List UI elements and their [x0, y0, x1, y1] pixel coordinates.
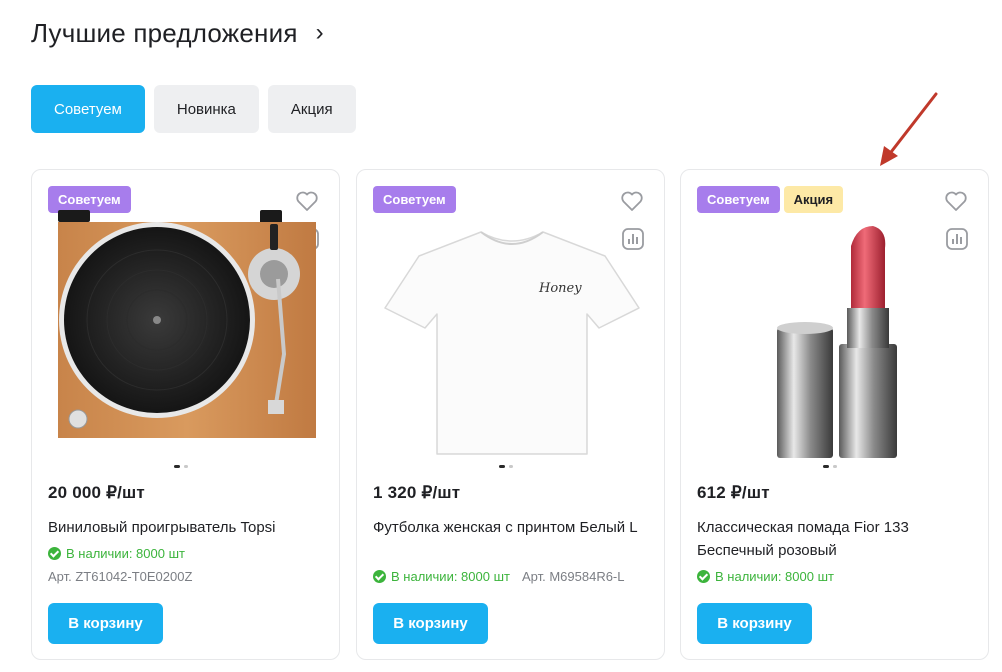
filter-new[interactable]: Новинка	[153, 85, 259, 133]
tshirt-print-text: Honey	[538, 281, 582, 296]
check-circle-icon	[48, 547, 61, 560]
article-number: Арт. M69584R6-L	[521, 569, 625, 584]
product-title[interactable]: Классическая помада Fior 133 Беспечный р…	[697, 516, 967, 562]
product-image-turntable[interactable]	[48, 204, 326, 462]
stock-text: В наличии: 8000 шт	[391, 569, 510, 584]
filter-sale[interactable]: Акция	[267, 85, 356, 133]
image-carousel-dots[interactable]	[823, 465, 849, 468]
article-row: Арт. ZT61042-T0E0200Z	[48, 569, 192, 584]
filter-recommend[interactable]: Советуем	[31, 85, 145, 133]
filter-tabs: Советуем Новинка Акция	[31, 85, 356, 133]
product-title[interactable]: Виниловый проигрыватель Topsi	[48, 516, 318, 539]
stock-text: В наличии: 8000 шт	[715, 569, 834, 584]
image-carousel-dots[interactable]	[499, 465, 525, 468]
section-title: Лучшие предложения	[31, 17, 298, 48]
product-price: 20 000 ₽/шт	[48, 483, 145, 502]
stock-status: В наличии: 8000 шт Арт. M69584R6-L	[373, 569, 625, 584]
stock-status: В наличии: 8000 шт	[48, 546, 185, 561]
check-circle-icon	[697, 570, 710, 583]
stock-text: В наличии: 8000 шт	[66, 546, 185, 561]
check-circle-icon	[373, 570, 386, 583]
product-card[interactable]: Советуем Honey 1 320 ₽/шт Футболка женск…	[356, 169, 665, 660]
product-card[interactable]: Советуем 20 000 ₽/шт Виниловый проигрыва…	[31, 169, 340, 660]
add-to-cart-button[interactable]: В корзину	[373, 603, 488, 644]
annotation-arrow	[880, 92, 938, 166]
product-price: 612 ₽/шт	[697, 483, 770, 502]
add-to-cart-button[interactable]: В корзину	[697, 603, 812, 644]
section-header: Лучшие предложения ›	[31, 16, 324, 50]
add-to-cart-button[interactable]: В корзину	[48, 603, 163, 644]
image-carousel-dots[interactable]	[174, 465, 200, 468]
chevron-right-icon[interactable]: ›	[316, 21, 324, 45]
product-title[interactable]: Футболка женская с принтом Белый L	[373, 516, 643, 539]
article-number: Арт. ZT61042-T0E0200Z	[48, 569, 193, 584]
product-card[interactable]: Советуем Акция 612 ₽/шт Классическая пом…	[680, 169, 989, 660]
product-price: 1 320 ₽/шт	[373, 483, 461, 502]
product-image-tshirt[interactable]: Honey	[373, 204, 651, 462]
stock-status: В наличии: 8000 шт	[697, 569, 834, 584]
product-image-lipstick[interactable]	[697, 204, 975, 462]
